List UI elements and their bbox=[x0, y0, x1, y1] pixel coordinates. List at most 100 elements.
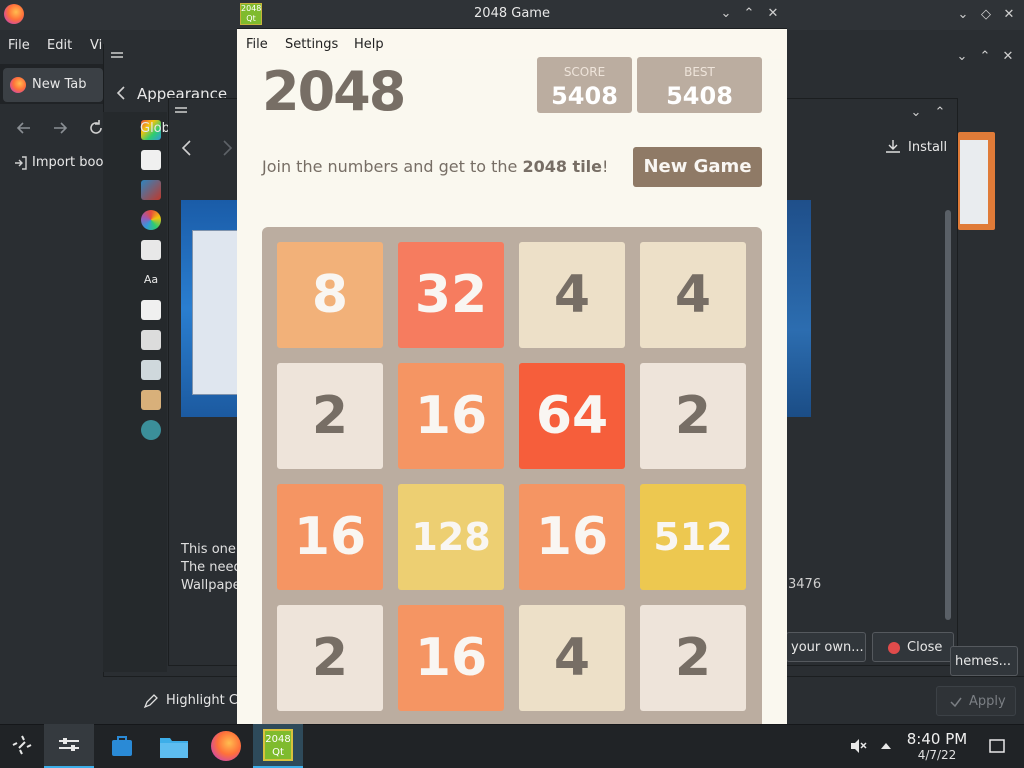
close-icon[interactable]: ✕ bbox=[999, 48, 1017, 66]
score-value: 5408 bbox=[551, 82, 618, 110]
cursors-icon[interactable] bbox=[141, 330, 161, 350]
file-manager-icon[interactable] bbox=[158, 732, 190, 760]
system-tray-expand-icon[interactable] bbox=[878, 738, 894, 754]
launch-feedback-icon[interactable] bbox=[141, 360, 161, 380]
close-icon bbox=[888, 642, 900, 654]
clock-date[interactable]: 4/7/22 bbox=[900, 748, 974, 762]
next-icon[interactable] bbox=[218, 138, 236, 158]
menu-file[interactable]: File bbox=[246, 37, 268, 52]
firefox-icon bbox=[4, 4, 24, 24]
game-board: 8 32 4 4 2 16 64 2 16 128 16 512 2 16 4 2 bbox=[262, 227, 762, 724]
install-label: Install bbox=[908, 140, 948, 155]
tab-label: New Tab bbox=[32, 77, 87, 92]
tile-4: 4 bbox=[640, 242, 746, 348]
forward-arrow-icon[interactable] bbox=[50, 118, 70, 138]
menu-settings[interactable]: Settings bbox=[285, 37, 338, 52]
game-2048-icon: 2048 Qt bbox=[263, 729, 293, 761]
game-logo: 2048 bbox=[262, 60, 406, 123]
import-icon bbox=[15, 156, 27, 170]
close-label: Close bbox=[907, 640, 943, 655]
volume-muted-icon[interactable] bbox=[848, 736, 868, 756]
score-label: SCORE bbox=[563, 65, 606, 79]
firefox-taskbar-icon[interactable] bbox=[211, 731, 241, 761]
icon-text: 2048 bbox=[265, 734, 291, 745]
tile-32: 32 bbox=[398, 242, 504, 348]
best-label: BEST bbox=[684, 65, 715, 79]
application-style-icon[interactable] bbox=[141, 180, 161, 200]
tile-2: 2 bbox=[640, 605, 746, 711]
previous-icon[interactable] bbox=[178, 138, 196, 158]
taskbar-settings-app[interactable] bbox=[44, 724, 94, 768]
apply-label: Apply bbox=[969, 694, 1006, 709]
tile-512: 512 bbox=[640, 484, 746, 590]
colors-icon[interactable] bbox=[141, 210, 161, 230]
close-icon[interactable]: ✕ bbox=[1000, 6, 1018, 24]
hamburger-icon[interactable] bbox=[108, 48, 126, 66]
system-settings-icon bbox=[59, 738, 79, 751]
theme-preview-image-right bbox=[784, 200, 811, 417]
discover-store-icon[interactable] bbox=[108, 732, 136, 760]
create-your-own-label: your own... bbox=[791, 640, 864, 655]
minimize-icon[interactable]: ⌄ bbox=[717, 5, 735, 23]
minimize-icon[interactable]: ⌄ bbox=[954, 6, 972, 24]
tile-16: 16 bbox=[398, 363, 504, 469]
back-chevron-icon[interactable] bbox=[112, 84, 130, 102]
minimize-icon[interactable]: ⌄ bbox=[907, 104, 925, 122]
clock-time[interactable]: 8:40 PM bbox=[900, 730, 974, 748]
icon-text: Qt bbox=[272, 747, 284, 758]
login-screen-icon[interactable] bbox=[141, 420, 161, 440]
menu-edit[interactable]: Edit bbox=[47, 38, 72, 53]
minimize-icon[interactable]: ⌄ bbox=[953, 48, 971, 66]
maximize-icon[interactable]: ⌃ bbox=[931, 104, 949, 122]
close-icon[interactable]: ✕ bbox=[764, 5, 782, 23]
create-your-own-button[interactable]: your own... bbox=[786, 632, 866, 662]
plasma-style-icon[interactable] bbox=[141, 150, 161, 170]
tile-2: 2 bbox=[277, 605, 383, 711]
download-icon bbox=[886, 140, 900, 153]
menu-help[interactable]: Help bbox=[354, 37, 384, 52]
subtitle-text: Join the numbers and get to the bbox=[262, 157, 523, 176]
tile-16: 16 bbox=[277, 484, 383, 590]
back-arrow-icon[interactable] bbox=[14, 118, 34, 138]
tile-128: 128 bbox=[398, 484, 504, 590]
subtitle-highlight: 2048 tile bbox=[522, 157, 603, 176]
maximize-icon[interactable]: ⌃ bbox=[740, 5, 758, 23]
maximize-icon[interactable]: ⌃ bbox=[976, 48, 994, 66]
firefox-tab-icon bbox=[10, 77, 26, 93]
window-decorations-icon[interactable] bbox=[141, 240, 161, 260]
float-icon[interactable]: ◇ bbox=[977, 6, 995, 24]
tile-8: 8 bbox=[277, 242, 383, 348]
application-launcher-icon[interactable] bbox=[10, 733, 34, 757]
taskbar bbox=[0, 724, 1024, 768]
new-game-button[interactable]: New Game bbox=[633, 147, 762, 187]
description-id: 3476 bbox=[788, 577, 822, 592]
dialog-scrollbar[interactable] bbox=[945, 210, 951, 620]
best-value: 5408 bbox=[666, 82, 733, 110]
best-box: BEST 5408 bbox=[637, 57, 762, 113]
menu-view[interactable]: Vi bbox=[90, 38, 102, 53]
tile-2: 2 bbox=[640, 363, 746, 469]
get-new-themes-button[interactable]: hemes... bbox=[950, 646, 1018, 676]
window-title: 2048 Game bbox=[474, 6, 550, 21]
sidebar-item-global-theme[interactable]: Glob bbox=[140, 121, 170, 136]
hamburger-icon[interactable] bbox=[172, 103, 190, 121]
tile-2: 2 bbox=[277, 363, 383, 469]
subtitle-end: ! bbox=[602, 157, 609, 176]
icons-icon[interactable] bbox=[141, 300, 161, 320]
game-subtitle: Join the numbers and get to the 2048 til… bbox=[262, 157, 608, 176]
fonts-icon[interactable]: Aa bbox=[141, 270, 161, 290]
highlight-pen-icon bbox=[143, 694, 158, 709]
show-desktop-icon[interactable] bbox=[988, 737, 1006, 755]
splash-screen-icon[interactable] bbox=[141, 390, 161, 410]
settings-sidebar: Aa bbox=[103, 112, 167, 672]
close-button[interactable]: Close bbox=[872, 632, 954, 662]
tile-16: 16 bbox=[519, 484, 625, 590]
apply-button[interactable]: Apply bbox=[936, 686, 1016, 716]
menu-file[interactable]: File bbox=[8, 38, 30, 53]
highlight-changed-settings-button[interactable]: Highlight Cl bbox=[166, 693, 242, 708]
tile-4: 4 bbox=[519, 605, 625, 711]
tile-4: 4 bbox=[519, 242, 625, 348]
tile-64: 64 bbox=[519, 363, 625, 469]
import-bookmarks-link[interactable]: Import boo bbox=[32, 155, 103, 170]
check-icon bbox=[950, 697, 962, 708]
